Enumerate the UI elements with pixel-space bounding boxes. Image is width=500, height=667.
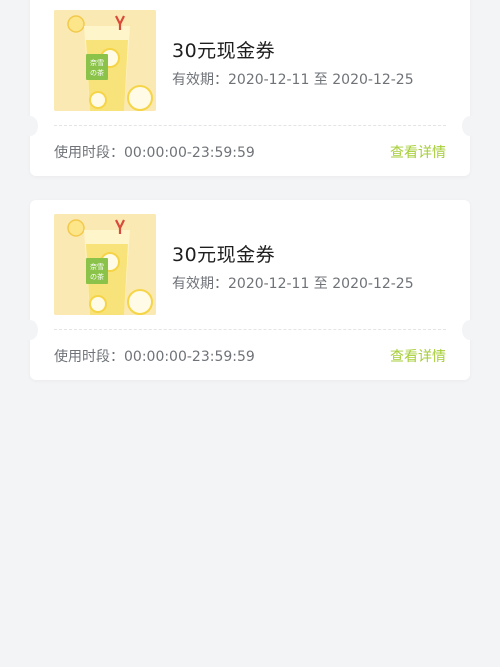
coupon-title: 30元现金券 [172, 40, 276, 62]
coupon-card[interactable]: 奈雪 の茶 30元现金券 有效期：2020-12-11 至 2020-12-25… [22, 0, 478, 176]
coupon-list: 奈雪 の茶 30元现金券 有效期：2020-12-11 至 2020-12-25… [0, 0, 500, 667]
svg-text:の茶: の茶 [90, 272, 104, 281]
dashed-divider [54, 125, 446, 126]
ticket-notch-right [462, 116, 478, 136]
coupon-usage-hours: 使用时段：00:00:00-23:59:59 [54, 349, 255, 365]
coupon-usage-hours: 使用时段：00:00:00-23:59:59 [54, 145, 255, 161]
svg-text:奈雪: 奈雪 [90, 58, 104, 67]
svg-text:の茶: の茶 [90, 68, 104, 77]
svg-text:奈雪: 奈雪 [90, 262, 104, 271]
dashed-divider [54, 329, 446, 330]
coupon-validity: 有效期：2020-12-11 至 2020-12-25 [172, 72, 414, 88]
coupon-card[interactable]: 奈雪 の茶 30元现金券 有效期：2020-12-11 至 2020-12-25… [22, 200, 478, 380]
coupon-title: 30元现金券 [172, 244, 276, 266]
view-details-link[interactable]: 查看详情 [390, 346, 446, 366]
ticket-notch-left [22, 320, 38, 340]
view-details-link[interactable]: 查看详情 [390, 142, 446, 162]
ticket-notch-right [462, 320, 478, 340]
ticket-notch-left [22, 116, 38, 136]
coupon-product-image: 奈雪 の茶 [54, 214, 156, 315]
coupon-validity: 有效期：2020-12-11 至 2020-12-25 [172, 276, 414, 292]
coupon-product-image: 奈雪 の茶 [54, 10, 156, 111]
